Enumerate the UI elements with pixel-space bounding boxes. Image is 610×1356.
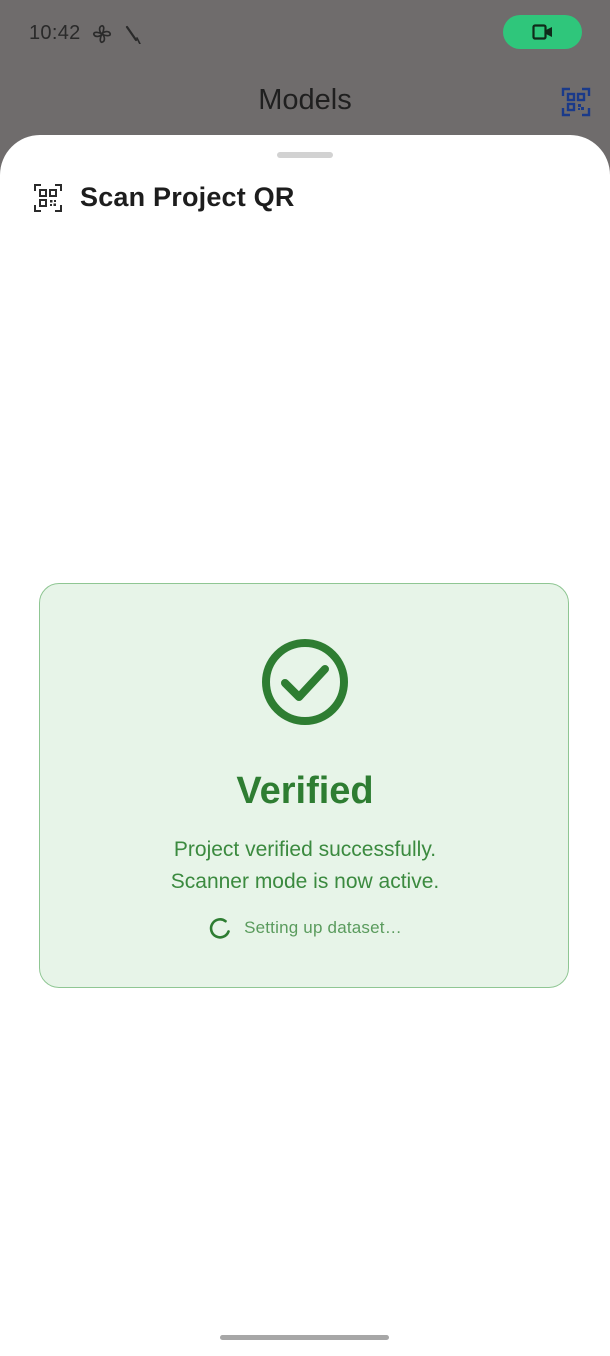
loading-spinner-icon — [209, 918, 230, 939]
qr-scan-icon — [34, 184, 62, 212]
verified-message: Project verified successfully. Scanner m… — [40, 834, 570, 898]
signal-icon — [125, 25, 141, 44]
page-title: Models — [258, 84, 352, 116]
home-indicator[interactable] — [220, 1335, 389, 1340]
drag-handle[interactable] — [277, 152, 333, 158]
check-circle-icon — [262, 639, 348, 725]
sheet-title: Scan Project QR — [80, 182, 295, 212]
status-bar: 10:42 — [0, 0, 610, 68]
fan-icon — [92, 24, 112, 44]
screen-record-indicator[interactable] — [503, 15, 582, 49]
verified-message-line-1: Project verified successfully. — [173, 838, 437, 861]
progress-row: Setting up dataset… — [40, 916, 570, 940]
qr-code-icon[interactable] — [561, 87, 591, 117]
verified-card: Verified Project verified successfully. … — [39, 583, 569, 988]
progress-text: Setting up dataset… — [244, 918, 402, 937]
status-time: 10:42 — [29, 22, 81, 44]
bottom-sheet: Scan Project QR Verified Project verifie… — [0, 135, 610, 1356]
verified-message-line-2: Scanner mode is now active. — [170, 870, 440, 893]
verified-title: Verified — [236, 770, 374, 812]
video-camera-icon — [531, 24, 552, 40]
